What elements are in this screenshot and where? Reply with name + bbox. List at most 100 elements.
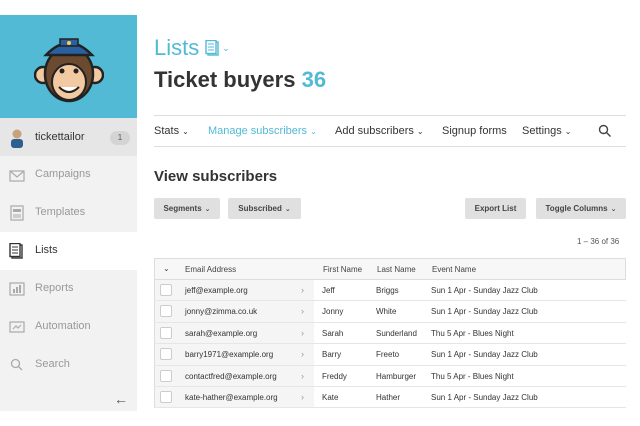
collapse-sidebar-button[interactable]: ←	[114, 391, 128, 407]
row-select-cell: kate-hather@example.org ›	[154, 386, 314, 408]
table-row[interactable]: sarah@example.org › Sarah Sunderland Thu 5 A…	[154, 322, 626, 345]
table-row[interactable]: contactfred@example.org › Freddy Hamburger T…	[154, 365, 626, 387]
chevron-down-icon: ⌄	[284, 206, 291, 213]
automation-icon	[9, 321, 25, 333]
section-title: Lists	[154, 35, 200, 60]
row-checkbox[interactable]	[160, 369, 172, 382]
chevron-down-icon: ⌄	[416, 127, 424, 136]
last-name-cell: Hather	[376, 392, 401, 402]
chevron-right-icon[interactable]: ›	[301, 306, 304, 316]
sidebar: tickettailor 1 Campaigns Templates Lists	[0, 15, 137, 411]
row-select-cell: jonny@zimma.co.uk ›	[154, 301, 314, 322]
sidebar-item-label: Reports	[35, 282, 74, 294]
chevron-right-icon[interactable]: ›	[301, 371, 304, 381]
row-checkbox[interactable]	[160, 390, 172, 403]
row-select-cell: barry1971@example.org ›	[154, 344, 314, 365]
sidebar-item-reports[interactable]: Reports	[0, 270, 137, 308]
button-label: Segments	[163, 204, 202, 213]
table-row[interactable]: jeff@example.org › Jeff Briggs Sun 1 Apr - S…	[154, 280, 626, 302]
last-name-cell: Sunderland	[376, 328, 417, 338]
envelope-icon	[9, 170, 25, 182]
sidebar-item-label: Campaigns	[35, 168, 91, 180]
sidebar-item-label: Lists	[35, 244, 58, 256]
first-name-cell: Freddy	[322, 371, 347, 381]
export-list-button[interactable]: Export List	[465, 198, 526, 219]
chevron-right-icon[interactable]: ›	[301, 285, 304, 295]
sidebar-item-campaigns[interactable]: Campaigns	[0, 156, 137, 194]
chevron-down-icon: ⌄	[163, 264, 170, 273]
event-name-cell: Sun 1 Apr - Sunday Jazz Club	[431, 350, 538, 360]
chevron-down-icon: ⌄	[564, 127, 572, 136]
account-row[interactable]: tickettailor 1	[0, 118, 137, 156]
row-checkbox[interactable]	[160, 284, 172, 296]
button-label: Toggle Columns	[545, 204, 608, 213]
template-icon	[10, 205, 24, 221]
event-name-cell: Sun 1 Apr - Sunday Jazz Club	[431, 286, 538, 295]
tab-label: Stats	[154, 125, 180, 137]
last-name-cell: White	[376, 307, 397, 317]
chevron-down-icon: ⌄	[182, 127, 189, 136]
row-checkbox[interactable]	[160, 348, 172, 361]
event-name-cell: Thu 5 Apr - Blues Night	[431, 371, 514, 381]
email-cell[interactable]: barry1971@example.org	[185, 350, 273, 359]
toggle-columns-button[interactable]: Toggle Columns ⌄	[536, 198, 626, 219]
last-name-cell: Freeto	[376, 350, 400, 360]
event-name-cell: Sun 1 Apr - Sunday Jazz Club	[431, 307, 538, 317]
chevron-down-icon: ⌄	[310, 127, 317, 136]
monkey-logo-icon	[34, 38, 104, 103]
email-cell[interactable]: jonny@zimma.co.uk	[185, 307, 257, 316]
button-label: Export List	[474, 204, 517, 213]
segments-button[interactable]: Segments ⌄	[154, 198, 220, 219]
column-header-last-name[interactable]: Last Name	[377, 265, 416, 274]
sidebar-item-templates[interactable]: Templates	[0, 194, 137, 232]
sidebar-item-automation[interactable]: Automation	[0, 308, 137, 346]
subscribed-filter-button[interactable]: Subscribed ⌄	[228, 198, 301, 219]
tab-manage-subscribers[interactable]: Manage subscribers ⌄	[208, 125, 317, 137]
button-label: Subscribed	[238, 204, 282, 213]
sidebar-item-label: Automation	[35, 320, 91, 332]
first-name-cell: Kate	[322, 392, 339, 402]
row-checkbox[interactable]	[160, 326, 172, 339]
sidebar-item-lists[interactable]: Lists	[0, 232, 137, 270]
select-all-dropdown[interactable]: ⌄	[155, 259, 177, 279]
chevron-right-icon[interactable]: ›	[301, 349, 304, 359]
first-name-cell: Sarah	[322, 328, 344, 338]
row-select-cell: contactfred@example.org ›	[154, 365, 314, 386]
column-header-event-name[interactable]: Event Name	[432, 265, 476, 274]
email-cell[interactable]: contactfred@example.org	[185, 372, 277, 381]
section-breadcrumb[interactable]: Lists ⌄	[154, 35, 230, 61]
event-name-cell: Thu 5 Apr - Blues Night	[431, 328, 514, 338]
tab-label: Signup forms	[442, 125, 507, 137]
chevron-right-icon[interactable]: ›	[301, 328, 304, 338]
table-row[interactable]: jonny@zimma.co.uk › Jonny White Sun 1 Apr - …	[154, 301, 626, 323]
event-name-cell: Sun 1 Apr - Sunday Jazz Club	[431, 392, 538, 402]
tab-stats[interactable]: Stats ⌄	[154, 125, 189, 137]
table-body: jeff@example.org › Jeff Briggs Sun 1 Apr - S…	[154, 280, 626, 409]
table-row[interactable]: barry1971@example.org › Barry Freeto Sun 1 A…	[154, 344, 626, 366]
tab-add-subscribers[interactable]: Add subscribers ⌄	[335, 125, 424, 137]
table-row[interactable]: kate-hather@example.org › Kate Hather Sun 1 …	[154, 386, 626, 409]
table-header: ⌄ Email Address First Name Last Name Eve…	[154, 258, 626, 280]
email-cell[interactable]: sarah@example.org	[185, 329, 257, 338]
search-icon	[10, 358, 23, 371]
app-logo[interactable]	[0, 15, 137, 118]
list-icon	[9, 243, 23, 259]
notification-badge: 1	[110, 131, 130, 145]
column-header-first-name[interactable]: First Name	[323, 265, 362, 274]
list-name: Ticket buyers	[154, 67, 296, 92]
tab-settings[interactable]: Settings ⌄	[522, 125, 571, 137]
list-icon	[205, 40, 219, 56]
row-select-cell: jeff@example.org ›	[154, 280, 314, 301]
column-header-email[interactable]: Email Address	[185, 265, 236, 274]
view-subscribers-heading: View subscribers	[154, 168, 278, 185]
search-icon[interactable]	[598, 124, 612, 138]
sidebar-item-search[interactable]: Search	[0, 346, 137, 384]
email-cell[interactable]: jeff@example.org	[185, 286, 248, 295]
email-cell[interactable]: kate-hather@example.org	[185, 393, 278, 402]
row-checkbox[interactable]	[160, 305, 172, 318]
row-select-cell: sarah@example.org ›	[154, 322, 314, 344]
chevron-right-icon[interactable]: ›	[301, 392, 304, 402]
sidebar-item-label: Search	[35, 358, 70, 370]
tab-label: Settings	[522, 125, 562, 137]
tab-signup-forms[interactable]: Signup forms	[442, 125, 507, 137]
